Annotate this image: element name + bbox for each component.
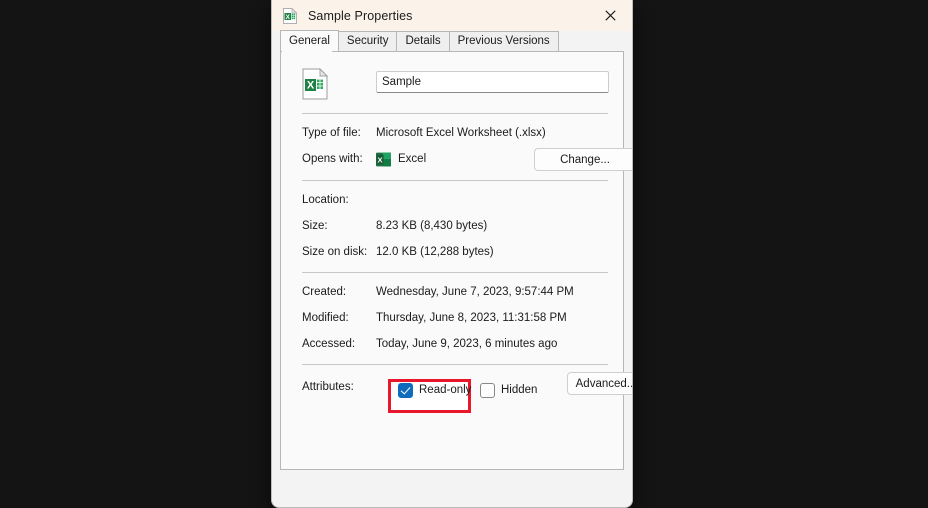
tab-previous-versions[interactable]: Previous Versions [448, 31, 559, 51]
type-of-file-value: Microsoft Excel Worksheet (.xlsx) [376, 127, 546, 139]
tab-details[interactable]: Details [396, 31, 450, 51]
separator-4 [302, 364, 608, 365]
created-row: Created: Wednesday, June 7, 2023, 9:57:4… [302, 284, 611, 300]
svg-text:X: X [307, 80, 315, 92]
attributes-label: Attributes: [302, 381, 354, 393]
hidden-label: Hidden [501, 384, 538, 396]
tab-strip: General Security Details Previous Versio… [272, 30, 632, 51]
tab-general[interactable]: General [280, 30, 339, 51]
attributes-row: Attributes: Read-only Hidden Advanced... [302, 372, 632, 413]
excel-document-icon: X [302, 67, 329, 100]
size-on-disk-label: Size on disk: [302, 246, 368, 258]
location-label: Location: [302, 194, 349, 206]
modified-label: Modified: [302, 312, 349, 324]
svg-text:X: X [286, 13, 291, 20]
opens-with-value: Excel [398, 153, 427, 165]
created-value: Wednesday, June 7, 2023, 9:57:44 PM [376, 286, 574, 298]
opens-with-label: Opens with: [302, 153, 363, 165]
separator-3 [302, 272, 608, 273]
advanced-button[interactable]: Advanced... [567, 372, 632, 395]
readonly-checkbox[interactable]: Read-only [398, 382, 471, 398]
excel-app-icon: X [376, 152, 391, 167]
svg-text:X: X [377, 156, 382, 165]
accessed-value: Today, June 9, 2023, 6 minutes ago [376, 338, 558, 350]
dialog-footer: OK Cancel Apply [272, 469, 632, 507]
change-button[interactable]: Change... [534, 148, 632, 171]
excel-file-icon: X [282, 7, 298, 24]
type-of-file-row: Type of file: Microsoft Excel Worksheet … [302, 125, 611, 141]
separator-1 [302, 113, 608, 114]
close-icon[interactable] [588, 0, 632, 31]
hidden-checkbox[interactable]: Hidden [480, 382, 537, 398]
accessed-row: Accessed: Today, June 9, 2023, 6 minutes… [302, 336, 611, 352]
checkbox-unchecked-icon [480, 382, 495, 398]
checkbox-checked-icon [398, 382, 413, 398]
separator-2 [302, 180, 608, 181]
size-row: Size: 8.23 KB (8,430 bytes) [302, 218, 611, 234]
modified-row: Modified: Thursday, June 8, 2023, 11:31:… [302, 310, 611, 326]
size-label: Size: [302, 220, 328, 232]
window-title: Sample Properties [308, 8, 413, 23]
title-bar: X Sample Properties [272, 0, 632, 31]
size-on-disk-value: 12.0 KB (12,288 bytes) [376, 246, 494, 258]
size-value: 8.23 KB (8,430 bytes) [376, 220, 488, 232]
accessed-label: Accessed: [302, 338, 356, 350]
location-row: Location: [302, 192, 611, 208]
type-of-file-label: Type of file: [302, 127, 361, 139]
file-name-row: X [293, 66, 609, 106]
size-on-disk-row: Size on disk: 12.0 KB (12,288 bytes) [302, 244, 611, 260]
file-name-input[interactable] [376, 71, 609, 93]
opens-with-row: Opens with: X Excel Change... [302, 148, 632, 171]
created-label: Created: [302, 286, 347, 298]
tab-security[interactable]: Security [337, 31, 398, 51]
modified-value: Thursday, June 8, 2023, 11:31:58 PM [376, 312, 567, 324]
general-tab-panel: X Type of file: Microsoft Excel Workshee… [280, 51, 632, 470]
properties-dialog: X Sample Properties General Security Det… [271, 0, 633, 508]
readonly-label: Read-only [419, 384, 472, 396]
